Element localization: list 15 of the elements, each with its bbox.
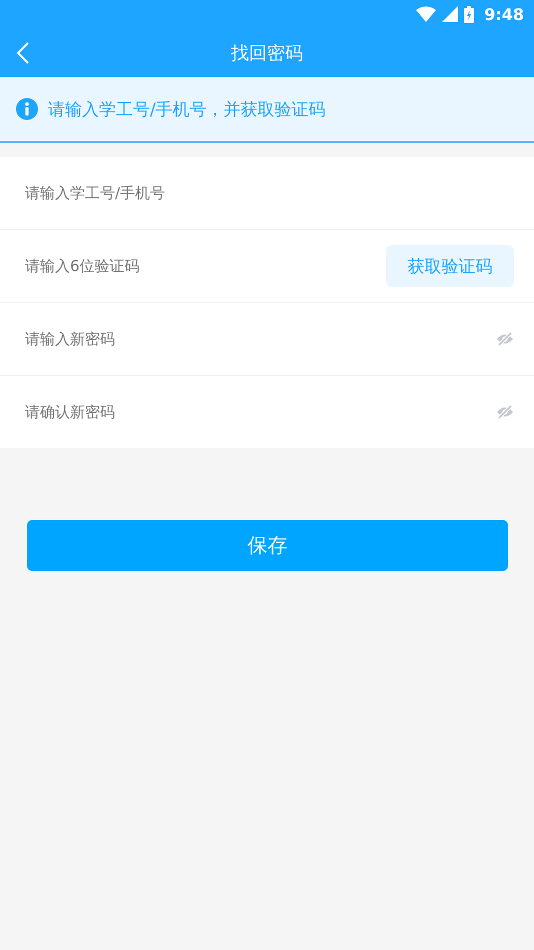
info-icon [16,98,38,120]
input-field[interactable]: 请输入新密码 [25,330,496,348]
wifi-icon [416,6,436,22]
input-field[interactable]: 请输入6位验证码 [25,257,386,275]
input-field[interactable]: 请确认新密码 [25,403,496,421]
status-time: 9:48 [484,4,524,24]
eye-slash-icon[interactable] [496,405,514,419]
input-field[interactable]: 请输入学工号/手机号 [25,184,514,202]
page-title: 找回密码 [231,42,303,64]
save-button[interactable]: 保存 [27,520,508,571]
notice-text: 请输入学工号/手机号，并获取验证码 [48,98,326,120]
eye-slash-icon[interactable] [496,332,514,346]
battery-icon [464,6,474,22]
signal-icon [442,6,458,22]
get-code-button[interactable]: 获取验证码 [386,245,514,287]
